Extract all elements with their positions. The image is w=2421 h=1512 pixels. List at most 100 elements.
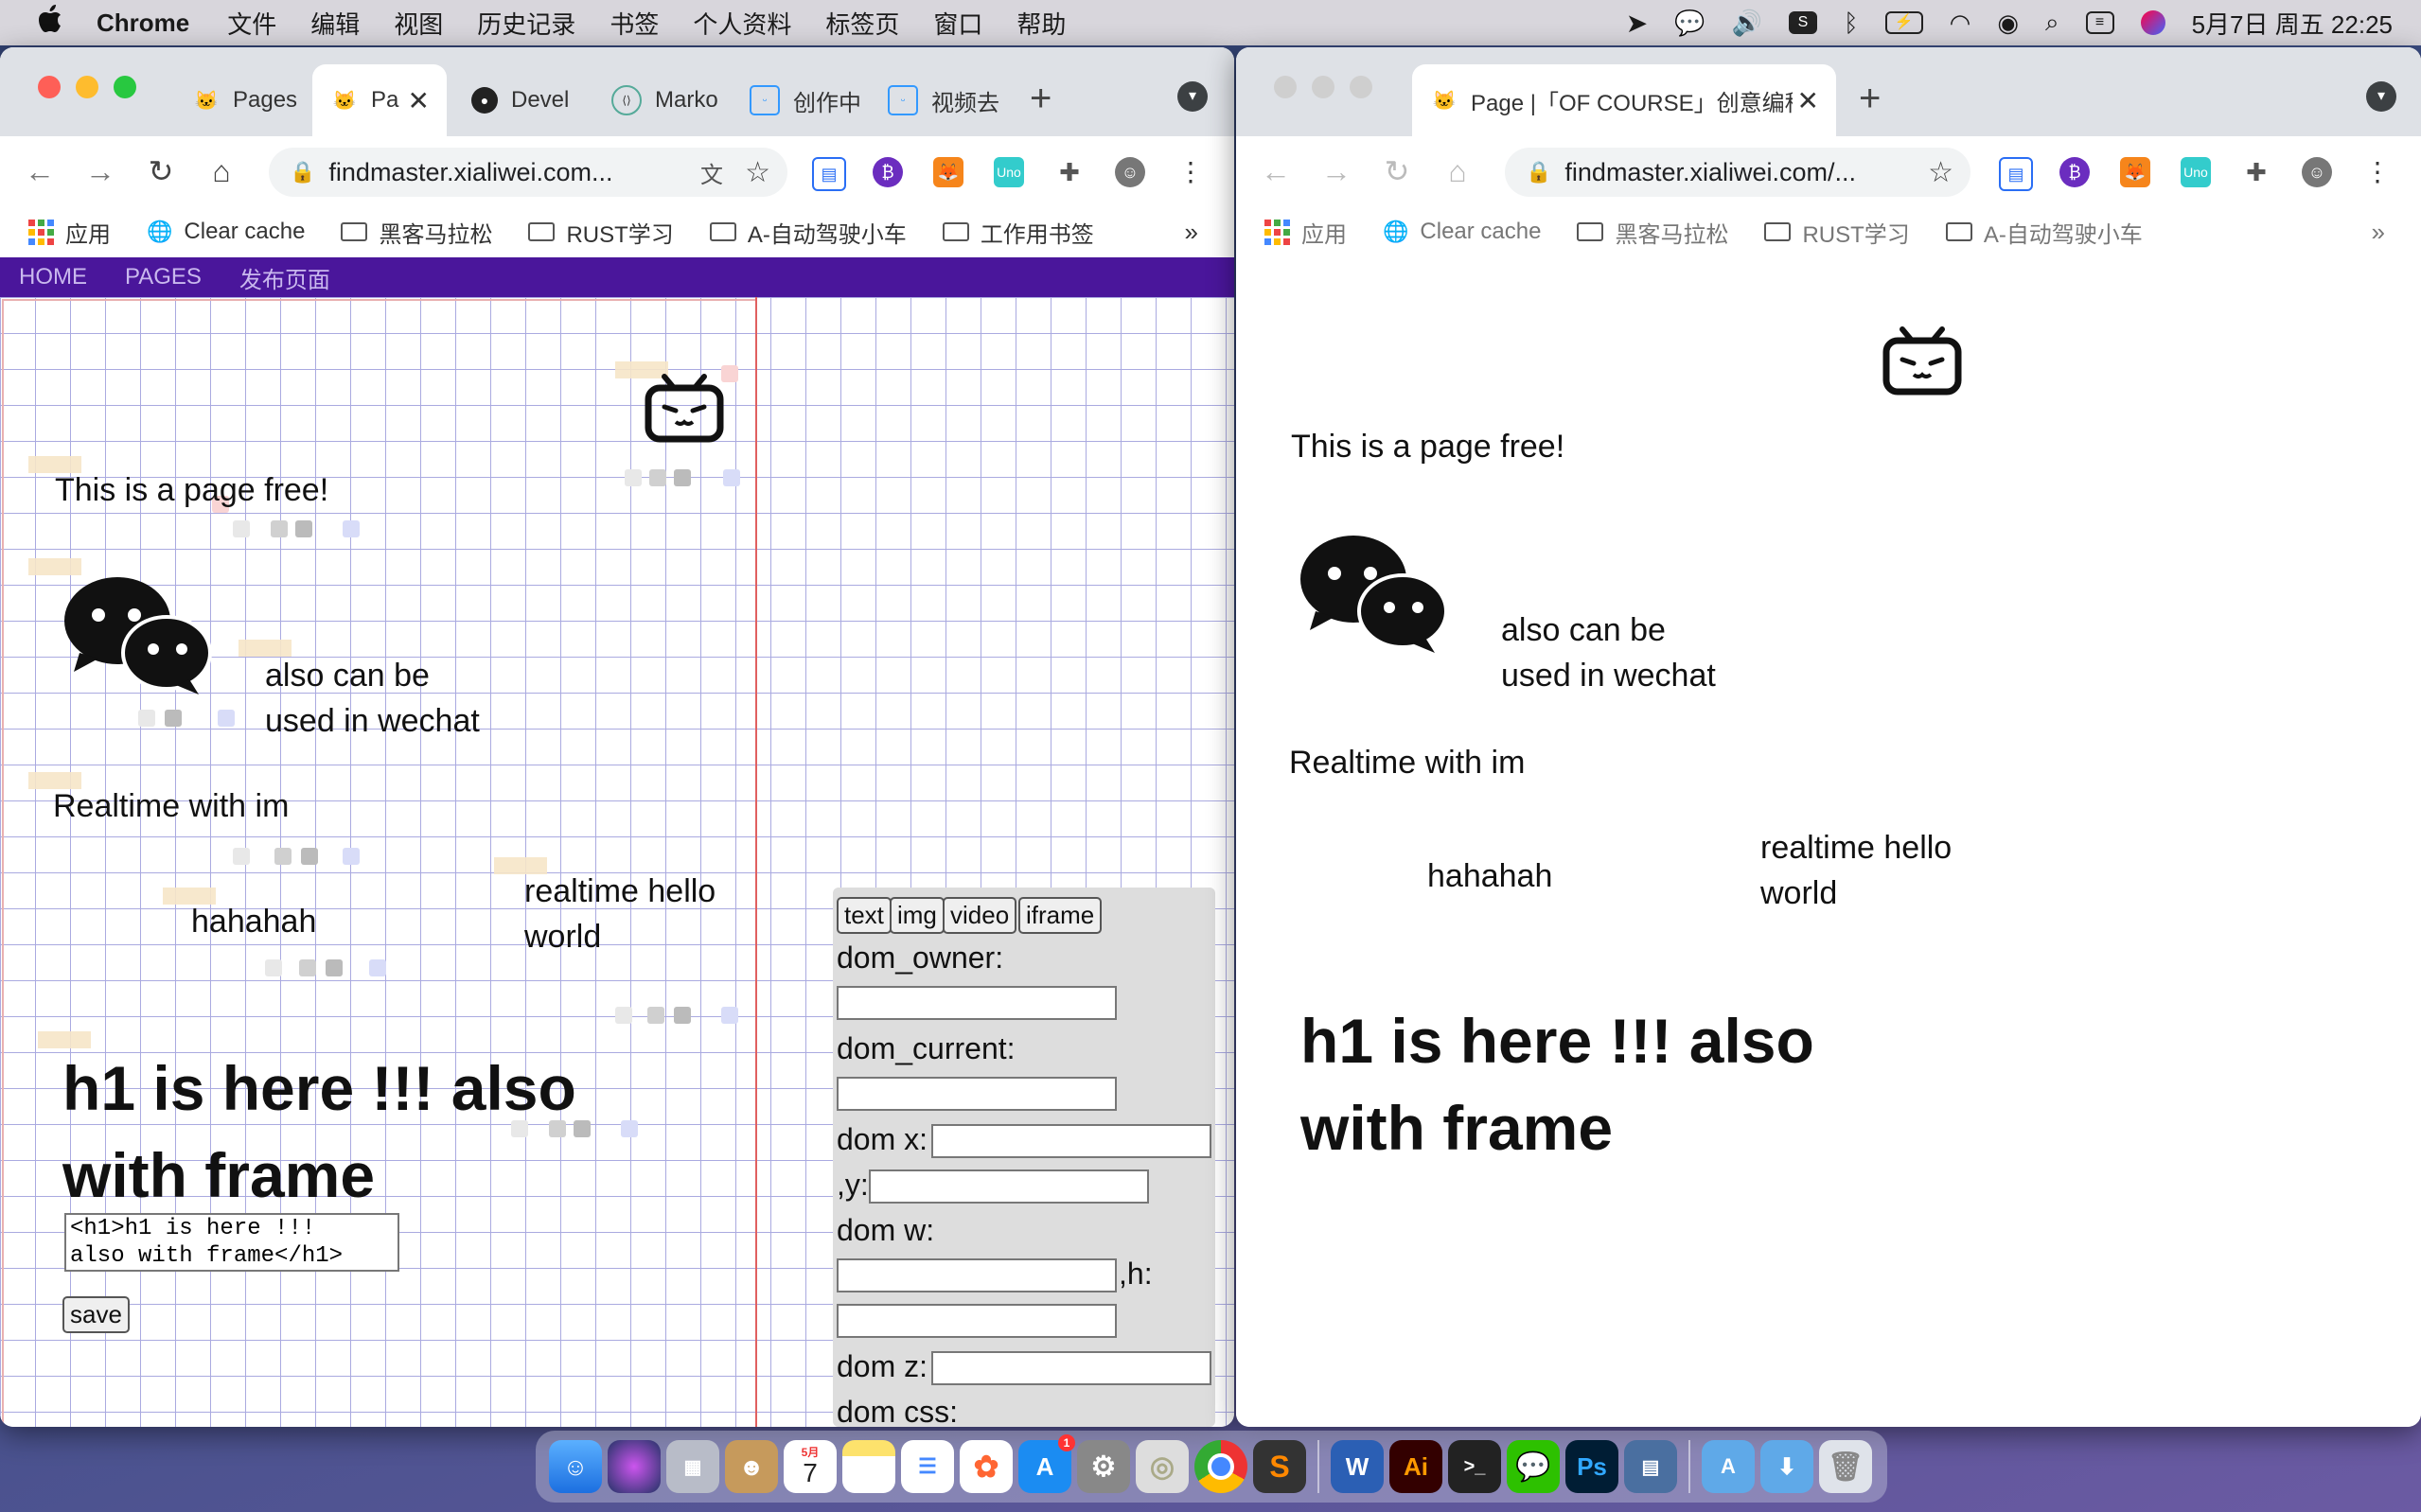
bilibili-tv-icon[interactable] <box>644 373 725 445</box>
control-dot[interactable] <box>165 710 182 727</box>
control-dot[interactable] <box>218 710 235 727</box>
control-dot[interactable] <box>615 1007 632 1024</box>
bookmark-star-icon[interactable]: ☆ <box>745 156 770 189</box>
tab-active-page[interactable]: 🐱 Pa ✕ <box>312 64 447 136</box>
nav-publish-link[interactable]: 发布页面 <box>239 261 330 294</box>
control-dot[interactable] <box>274 848 292 865</box>
extension-uno-icon[interactable]: Uno <box>994 157 1024 187</box>
minimize-window-button[interactable] <box>76 76 98 98</box>
photos-icon[interactable]: ✿ <box>960 1440 1013 1493</box>
battery-icon[interactable]: ⚡ <box>1884 11 1923 34</box>
menu-dots-icon[interactable]: ⋮ <box>1175 157 1206 187</box>
close-tab-icon[interactable]: ✕ <box>1797 85 1819 116</box>
heading-h1-line2[interactable]: with frame <box>62 1132 375 1219</box>
user-icon[interactable]: ◉ <box>1997 9 2019 38</box>
bookmark-folder-car[interactable]: A-自动驾驶小车 <box>1945 216 2143 249</box>
bluetooth-icon[interactable]: ᛒ <box>1844 9 1859 38</box>
home-icon[interactable]: ⌂ <box>1427 154 1488 189</box>
bookmark-star-icon[interactable]: ☆ <box>1928 156 1953 189</box>
tab-pages[interactable]: 🐱 Pages <box>174 64 307 136</box>
screen-sharing-icon[interactable]: ▤ <box>1624 1440 1677 1493</box>
control-dot[interactable] <box>647 1007 664 1024</box>
bookmark-folder-rust[interactable]: RUST学习 <box>528 216 674 249</box>
finder-icon[interactable]: ☺ <box>549 1440 602 1493</box>
control-center-icon[interactable]: ≡ <box>2085 11 2114 34</box>
add-text-button[interactable]: text <box>837 897 892 934</box>
bookmarks-overflow-icon[interactable]: » <box>1185 218 1198 247</box>
extension-metamask-icon[interactable]: 🦊 <box>933 157 963 187</box>
bookmark-folder-hackathon[interactable]: 黑客马拉松 <box>341 216 492 249</box>
tab-github[interactable]: ● Devel <box>452 64 587 136</box>
dom-w-input[interactable] <box>837 1258 1117 1292</box>
bookmark-apps[interactable]: 应用 <box>28 216 111 249</box>
tab-bilibili-create[interactable]: ᵕ 创作中 <box>731 64 865 136</box>
control-dot[interactable] <box>299 959 316 976</box>
launchpad-icon[interactable]: ▦ <box>666 1440 719 1493</box>
apple-menu-icon[interactable] <box>38 5 62 41</box>
text-block-wechat-line1[interactable]: also can be <box>265 653 430 698</box>
illustrator-icon[interactable]: Ai <box>1389 1440 1442 1493</box>
menu-edit[interactable]: 编辑 <box>310 6 360 41</box>
bookmark-folder-work[interactable]: 工作用书签 <box>942 216 1094 249</box>
menu-history[interactable]: 历史记录 <box>477 6 575 41</box>
menu-file[interactable]: 文件 <box>227 6 276 41</box>
control-dot[interactable] <box>265 959 282 976</box>
dom-current-input[interactable] <box>837 1077 1117 1111</box>
control-dot[interactable] <box>343 520 360 537</box>
chrome-icon[interactable] <box>1194 1440 1247 1493</box>
text-block-wechat-line2[interactable]: used in wechat <box>265 698 480 744</box>
close-window-button[interactable] <box>38 76 61 98</box>
profile-avatar[interactable]: ☺ <box>1115 157 1145 187</box>
h1-source-textarea[interactable]: <h1>h1 is here !!! also with frame</h1> <box>64 1213 399 1272</box>
sublime-text-icon[interactable]: S <box>1253 1440 1306 1493</box>
dom-owner-input[interactable] <box>837 986 1117 1020</box>
address-bar[interactable]: 🔒 findmaster.xialiwei.com/... ☆ <box>1505 148 1970 197</box>
translate-icon[interactable]: 文 <box>700 156 723 189</box>
nav-pages-link[interactable]: PAGES <box>125 264 202 290</box>
control-dot[interactable] <box>369 959 386 976</box>
control-dot[interactable] <box>233 520 250 537</box>
applications-folder-icon[interactable]: A <box>1702 1440 1755 1493</box>
control-dot[interactable] <box>343 848 360 865</box>
forward-icon[interactable]: → <box>70 154 131 189</box>
reload-icon[interactable]: ↻ <box>1367 153 1427 189</box>
word-icon[interactable]: W <box>1331 1440 1384 1493</box>
tab-search-icon[interactable]: ▾ <box>2366 81 2396 112</box>
text-block-hello-line1[interactable]: realtime hello <box>524 869 716 914</box>
tab-course-page[interactable]: 🐱 Page |「OF COURSE」创意编程 ✕ <box>1412 64 1836 136</box>
terminal-icon[interactable]: >_ <box>1448 1440 1501 1493</box>
clock[interactable]: 5月7日 周五 22:25 <box>2192 6 2393 41</box>
dom-z-input[interactable] <box>931 1351 1211 1385</box>
tab-search-icon[interactable]: ▾ <box>1177 81 1208 112</box>
control-dot[interactable] <box>295 520 312 537</box>
menu-profile[interactable]: 个人资料 <box>693 6 791 41</box>
contacts-icon[interactable]: ☻ <box>725 1440 778 1493</box>
extensions-puzzle-icon[interactable]: ✚ <box>2241 157 2271 187</box>
extension-screenshot-icon[interactable]: ▤ <box>812 157 846 191</box>
sogou-icon[interactable]: S <box>1789 11 1818 34</box>
wechat-icon[interactable] <box>61 573 214 696</box>
text-block-free[interactable]: This is a page free! <box>55 467 328 513</box>
app-store-icon[interactable]: A 1 <box>1018 1434 1075 1493</box>
siri-dock-icon[interactable] <box>608 1440 661 1493</box>
extension-metamask-icon[interactable]: 🦊 <box>2120 157 2150 187</box>
wifi-icon[interactable]: ◠ <box>1950 9 1971 38</box>
forward-icon[interactable]: → <box>1306 154 1367 189</box>
tab-bilibili-video[interactable]: ᵕ 视频去 <box>869 64 1003 136</box>
extensions-puzzle-icon[interactable]: ✚ <box>1054 157 1085 187</box>
siri-icon[interactable] <box>2140 10 2165 35</box>
notes-icon[interactable] <box>842 1440 895 1493</box>
text-block-realtime[interactable]: Realtime with im <box>53 783 289 829</box>
reminders-icon[interactable]: ☰ <box>901 1440 954 1493</box>
control-dot[interactable] <box>723 469 740 486</box>
control-dot[interactable] <box>649 469 666 486</box>
save-button[interactable]: save <box>62 1296 130 1333</box>
bookmark-folder-car[interactable]: A-自动驾驶小车 <box>709 216 907 249</box>
wechat-status-icon[interactable]: 💬 <box>1674 9 1705 38</box>
dom-y-input[interactable] <box>869 1169 1149 1204</box>
tab-markdown[interactable]: ⟨⟩ Marko <box>592 64 727 136</box>
system-preferences-icon[interactable]: ⚙ <box>1077 1440 1130 1493</box>
bookmark-folder-hackathon[interactable]: 黑客马拉松 <box>1577 216 1728 249</box>
back-icon[interactable]: ← <box>9 154 70 189</box>
volume-icon[interactable]: 🔊 <box>1732 9 1762 38</box>
